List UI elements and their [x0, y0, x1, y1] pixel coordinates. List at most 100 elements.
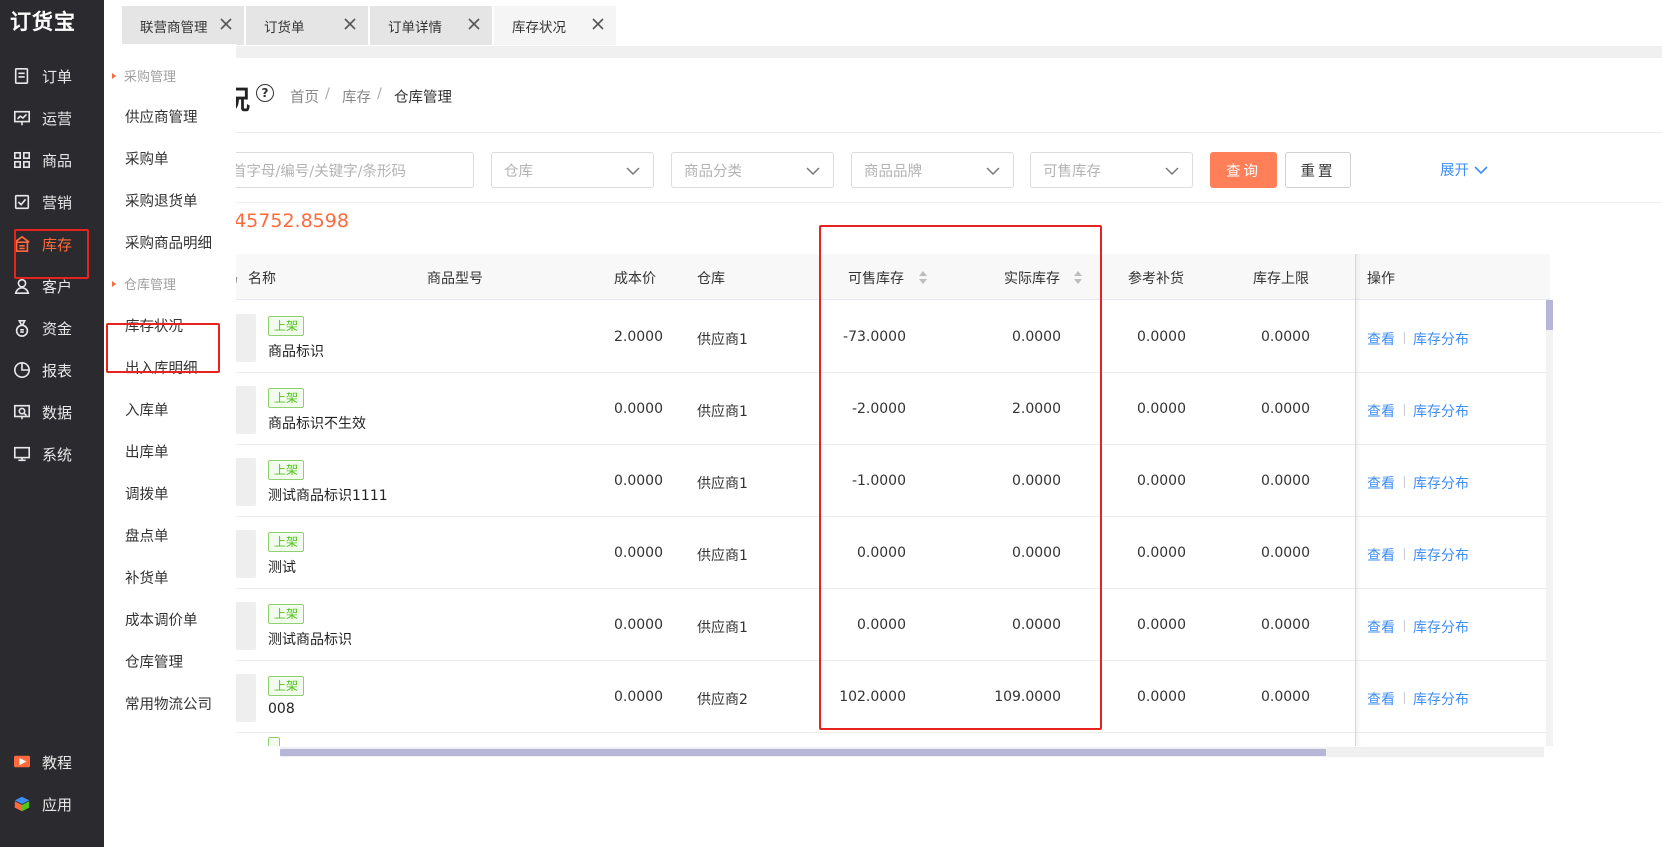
select-placeholder: 可售库存	[1043, 163, 1101, 180]
nav-item-report[interactable]: 报表	[0, 348, 104, 392]
order-icon	[12, 66, 32, 86]
product-thumbnail	[236, 602, 256, 650]
action-divider	[1404, 332, 1405, 344]
horizontal-scrollbar[interactable]	[280, 747, 1544, 757]
nav-item-label: 商品	[42, 151, 73, 170]
nav-item-label: 数据	[42, 403, 73, 422]
query-button[interactable]: 查询	[1210, 152, 1277, 188]
tab-order-detail[interactable]: 订单详情	[370, 6, 492, 45]
submenu-group-title: 采购管理	[124, 70, 177, 85]
breadcrumb-home[interactable]: 首页	[290, 86, 319, 107]
product-thumbnail	[236, 314, 256, 362]
main-nav: 订货宝 订单 运营 商品 营销 库存 客户 资金 报表 数据 系统 教程 应用	[0, 0, 104, 847]
nav-item-app[interactable]: 应用	[0, 782, 104, 826]
submenu-item-supplier[interactable]: 供应商管理	[125, 106, 198, 127]
stock-distribution-link[interactable]: 库存分布	[1413, 401, 1469, 421]
column-header-actions: 操作	[1367, 271, 1395, 287]
submenu-item-warehouse-manage[interactable]: 仓库管理	[125, 651, 183, 672]
view-link[interactable]: 查看	[1367, 473, 1395, 493]
brand-select[interactable]: 商品品牌	[851, 152, 1014, 188]
status-badge: 上架	[268, 676, 305, 696]
expand-toggle[interactable]: 展开	[1440, 159, 1489, 180]
view-link[interactable]: 查看	[1367, 329, 1395, 349]
nav-item-goods[interactable]: 商品	[0, 138, 104, 182]
view-link[interactable]: 查看	[1367, 689, 1395, 709]
nav-item-operations[interactable]: 运营	[0, 96, 104, 140]
stock-distribution-link[interactable]: 库存分布	[1413, 617, 1469, 637]
cost-price: 0.0000	[614, 689, 663, 705]
nav-item-order[interactable]: 订单	[0, 54, 104, 98]
submenu-item-purchase-return[interactable]: 采购退货单	[125, 190, 198, 211]
submenu-item-cost-adjust[interactable]: 成本调价单	[125, 609, 198, 630]
scrollbar-thumb[interactable]	[280, 749, 1326, 756]
submenu-item-replenish[interactable]: 补货单	[125, 567, 169, 588]
nav-item-money[interactable]: 资金	[0, 306, 104, 350]
view-link[interactable]: 查看	[1367, 545, 1395, 565]
submenu-item-inbound[interactable]: 入库单	[125, 399, 169, 420]
reset-button[interactable]: 重置	[1285, 152, 1351, 188]
product-name: 商品标识不生效	[268, 416, 366, 432]
submenu-item-stocktake[interactable]: 盘点单	[125, 525, 169, 546]
operations-icon	[12, 108, 32, 128]
status-badge	[268, 737, 280, 746]
stock-limit: 0.0000	[1261, 689, 1310, 705]
select-placeholder: 商品品牌	[864, 163, 922, 180]
stock-distribution-link[interactable]: 库存分布	[1413, 689, 1469, 709]
submenu-item-outbound[interactable]: 出库单	[125, 441, 169, 462]
warehouse-name: 供应商1	[697, 548, 748, 564]
status-badge: 上架	[268, 316, 305, 336]
vertical-scrollbar[interactable]	[1546, 300, 1553, 746]
chevron-down-icon	[625, 163, 641, 179]
fixed-column-shadow	[1355, 254, 1361, 746]
close-icon[interactable]	[218, 16, 234, 32]
stock-distribution-link[interactable]: 库存分布	[1413, 329, 1469, 349]
scrollbar-thumb[interactable]	[1546, 300, 1553, 330]
submenu-item-logistics[interactable]: 常用物流公司	[125, 693, 212, 714]
close-icon[interactable]	[466, 16, 482, 32]
nav-item-tutorial[interactable]: 教程	[0, 740, 104, 784]
tab-partner[interactable]: 联营商管理	[122, 6, 244, 45]
submenu-item-transfer[interactable]: 调拨单	[125, 483, 169, 504]
nav-item-data[interactable]: 数据	[0, 390, 104, 434]
action-divider	[1404, 692, 1405, 704]
cost-price: 2.0000	[614, 329, 663, 345]
tab-inventory-status[interactable]: 库存状况	[494, 6, 616, 45]
close-icon[interactable]	[590, 16, 606, 32]
keyword-search-input[interactable]: /首字母/编号/关键字/条形码	[214, 152, 474, 188]
nav-item-label: 教程	[42, 753, 73, 772]
stock-distribution-link[interactable]: 库存分布	[1413, 545, 1469, 565]
breadcrumb-current: 仓库管理	[394, 90, 452, 106]
app-icon	[12, 794, 32, 814]
view-link[interactable]: 查看	[1367, 401, 1395, 421]
warehouse-select[interactable]: 仓库	[491, 152, 654, 188]
view-link[interactable]: 查看	[1367, 617, 1395, 637]
nav-item-label: 运营	[42, 109, 73, 128]
nav-item-marketing[interactable]: 营销	[0, 180, 104, 224]
action-divider	[1404, 476, 1405, 488]
nav-item-label: 系统	[42, 445, 73, 464]
submenu-item-purchase-order[interactable]: 采购单	[125, 148, 169, 169]
action-divider	[1404, 548, 1405, 560]
submenu-item-purchase-detail[interactable]: 采购商品明细	[125, 232, 212, 253]
close-icon[interactable]	[342, 16, 358, 32]
nav-item-label: 营销	[42, 193, 73, 212]
chevron-down-icon	[805, 163, 821, 179]
warehouse-name: 供应商1	[697, 404, 748, 420]
search-placeholder: /首字母/编号/关键字/条形码	[227, 163, 407, 180]
submenu-group-purchase: 采购管理	[112, 66, 176, 85]
nav-item-system[interactable]: 系统	[0, 432, 104, 476]
category-select[interactable]: 商品分类	[671, 152, 834, 188]
help-icon[interactable]: ?	[256, 84, 274, 102]
status-badge: 上架	[268, 460, 305, 480]
available-stock-select[interactable]: 可售库存	[1030, 152, 1193, 188]
tab-purchase-order[interactable]: 订货单	[246, 6, 368, 45]
breadcrumb-inventory[interactable]: 库存	[342, 86, 371, 107]
status-badge: 上架	[268, 388, 305, 408]
product-thumbnail	[236, 530, 256, 578]
product-thumbnail	[236, 458, 256, 506]
cost-price: 0.0000	[614, 617, 663, 633]
stock-distribution-link[interactable]: 库存分布	[1413, 473, 1469, 493]
cost-price: 0.0000	[614, 545, 663, 561]
stock-limit: 0.0000	[1261, 617, 1310, 633]
product-thumbnail	[236, 386, 256, 434]
